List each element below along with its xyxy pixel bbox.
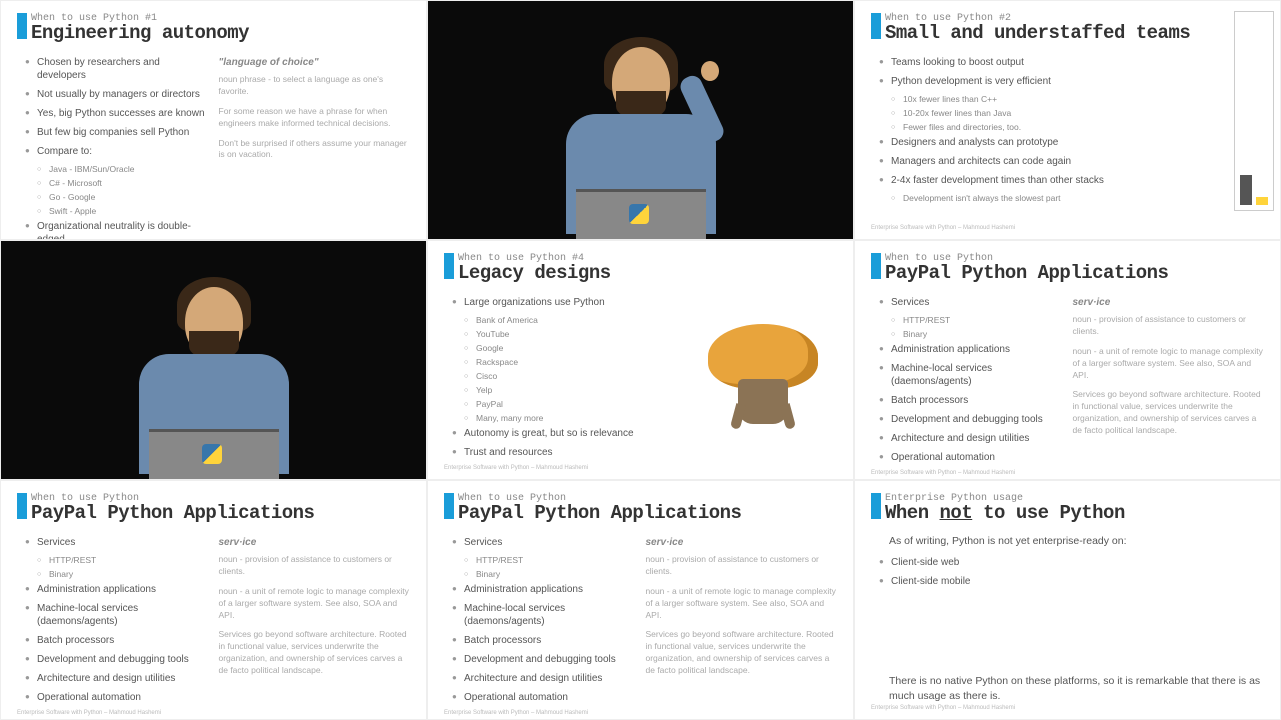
list-item: Administration applications — [452, 583, 636, 596]
list-item: Not usually by managers or directors — [25, 88, 209, 101]
bullet-list-6: Services HTTP/REST Binary Administration ap… — [871, 296, 1063, 464]
slide-paypal-1: When to use Python PayPal Python Applica… — [854, 240, 1281, 480]
list-item: Batch processors — [452, 634, 636, 647]
list-item: Administration applications — [879, 343, 1063, 356]
list-item: Organizational neutrality is double-edge… — [25, 220, 209, 240]
list-item: Yes, big Python successes are known — [25, 107, 209, 120]
slide-grid: When to use Python #1 Engineering autono… — [0, 0, 1281, 720]
list-item: Binary — [452, 569, 636, 580]
list-item: But few big companies sell Python — [25, 126, 209, 139]
list-item: Google — [452, 343, 636, 354]
list-item: Operational automation — [879, 451, 1063, 464]
list-item: Java - IBM/Sun/Oracle — [25, 164, 209, 175]
python-logo-icon — [202, 444, 222, 464]
slide-when-not: Enterprise Python usage When not to use … — [854, 480, 1281, 720]
list-item: Architecture and design utilities — [879, 432, 1063, 445]
accent-bar — [17, 13, 27, 39]
list-item: Development and debugging tools — [879, 413, 1063, 426]
list-item: Services — [879, 296, 1063, 309]
list-item: Binary — [879, 329, 1063, 340]
list-item: Batch processors — [879, 394, 1063, 407]
list-item: HTTP/REST — [879, 315, 1063, 326]
list-item: Administration applications — [25, 583, 209, 596]
slide-paypal-3: When to use Python PayPal Python Applica… — [427, 480, 854, 720]
slide-title: Engineering autonomy — [31, 22, 249, 44]
slide-paypal-2: When to use Python PayPal Python Applica… — [0, 480, 427, 720]
bullet-list-8: Services HTTP/REST Binary Administration ap… — [444, 536, 636, 704]
list-item: HTTP/REST — [25, 555, 209, 566]
slide-engineering-autonomy: When to use Python #1 Engineering autono… — [0, 0, 427, 240]
list-item: Go - Google — [25, 192, 209, 203]
list-item: Python development is very efficient — [879, 75, 1264, 88]
list-item: Development and debugging tools — [25, 653, 209, 666]
list-item: PayPal — [452, 399, 636, 410]
list-item: Autonomy is great, but so is relevance — [452, 427, 636, 440]
list-item: Development isn't always the slowest par… — [879, 193, 1264, 204]
list-item: Yelp — [452, 385, 636, 396]
bullet-list-1: Chosen by researchers and developers Not … — [17, 56, 209, 240]
tree-illustration — [703, 324, 823, 424]
list-item: Compare to: — [25, 145, 209, 158]
list-item: Bank of America — [452, 315, 636, 326]
list-item: Managers and architects can code again — [879, 155, 1264, 168]
bullet-list-7: Services HTTP/REST Binary Administration ap… — [17, 536, 209, 704]
list-item: Rackspace — [452, 357, 636, 368]
sidebar-1: "language of choice" noun phrase - to se… — [219, 56, 411, 240]
list-item: Operational automation — [452, 691, 636, 704]
slide-small-teams: When to use Python #2 Small and understa… — [854, 0, 1281, 240]
list-item: Client-side web — [879, 556, 1264, 569]
bullet-list-9: Client-side web Client-side mobile — [871, 556, 1264, 588]
list-item: Teams looking to boost output — [879, 56, 1264, 69]
bullet-list-5: Large organizations use Python Bank of Am… — [444, 296, 636, 459]
list-item: Machine-local services (daemons/agents) — [452, 602, 636, 628]
list-item: Architecture and design utilities — [452, 672, 636, 685]
list-item: HTTP/REST — [452, 555, 636, 566]
list-item: Batch processors — [25, 634, 209, 647]
list-item: YouTube — [452, 329, 636, 340]
slide-legacy-designs: When to use Python #4 Legacy designs Lar… — [427, 240, 854, 480]
list-item: Chosen by researchers and developers — [25, 56, 209, 82]
list-item: Fewer files and directories, too. — [879, 122, 1264, 133]
python-logo-icon — [629, 204, 649, 224]
list-item: Many, many more — [452, 413, 636, 424]
list-item: Architecture and design utilities — [25, 672, 209, 685]
list-item: Binary — [25, 569, 209, 580]
list-item: Client-side mobile — [879, 575, 1264, 588]
list-item: 10x fewer lines than C++ — [879, 94, 1264, 105]
list-item: Machine-local services (daemons/agents) — [25, 602, 209, 628]
speaker-video-1 — [427, 0, 854, 240]
bullet-list-3: Teams looking to boost output Python deve… — [871, 56, 1264, 204]
list-item: 10-20x fewer lines than Java — [879, 108, 1264, 119]
list-item: Development and debugging tools — [452, 653, 636, 666]
list-item: Machine-local services (daemons/agents) — [879, 362, 1063, 388]
list-item: C# - Microsoft — [25, 178, 209, 189]
list-item: Large organizations use Python — [452, 296, 636, 309]
slide-title: When not to use Python — [885, 502, 1125, 524]
list-item: Cisco — [452, 371, 636, 382]
speaker-video-2 — [0, 240, 427, 480]
list-item: Operational automation — [25, 691, 209, 704]
lines-comparison-chart — [1234, 11, 1274, 211]
list-item: Designers and analysts can prototype — [879, 136, 1264, 149]
list-item: 2-4x faster development times than other… — [879, 174, 1264, 187]
list-item: Swift - Apple — [25, 206, 209, 217]
list-item: Trust and resources — [452, 446, 636, 459]
list-item: Services — [452, 536, 636, 549]
list-item: Services — [25, 536, 209, 549]
